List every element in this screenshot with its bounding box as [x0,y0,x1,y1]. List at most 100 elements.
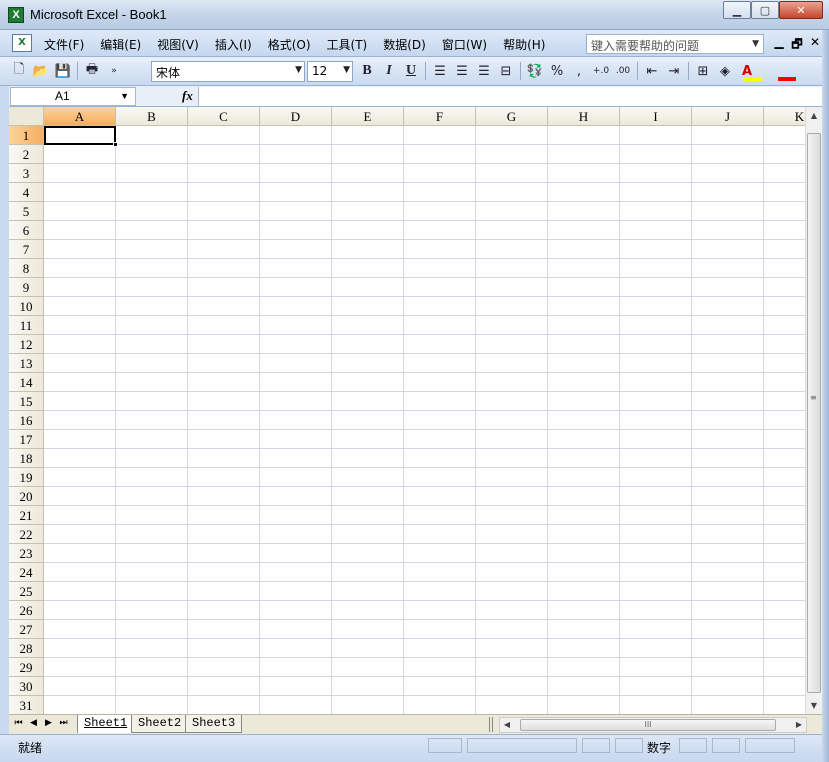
select-all-corner[interactable] [9,107,44,126]
maximize-button[interactable]: ▢ [751,1,779,19]
first-sheet-icon[interactable]: ⏮ [11,718,26,728]
menu-tools[interactable]: 工具(T) [319,36,376,53]
menu-view[interactable]: 视图(V) [149,36,207,53]
minimize-button[interactable]: ▁ [723,1,751,19]
save-icon[interactable]: 💾 [52,60,74,82]
scroll-right-icon[interactable]: ▶ [792,718,806,732]
comma-button[interactable]: , [568,60,590,82]
increase-decimal-button[interactable]: +.0 [590,60,612,82]
increase-indent-icon[interactable]: ⇥ [663,60,685,82]
decrease-indent-icon[interactable]: ⇤ [641,60,663,82]
sheet-tab-1[interactable]: Sheet1 [77,715,135,733]
formula-input[interactable] [198,87,829,106]
row-header[interactable]: 12 [9,335,44,354]
row-header[interactable]: 29 [9,658,44,677]
currency-icon[interactable]: 💱 [524,60,546,82]
column-header[interactable]: C [188,107,260,126]
font-name-select[interactable]: 宋体 ▼ [151,61,305,82]
row-header[interactable]: 18 [9,449,44,468]
spreadsheet-grid[interactable]: A B C D E F G H I J K 1 2 3 4 5 6 7 8 9 10 11 12 13 14 15 16 17 18 19… [9,107,805,714]
row-header[interactable]: 28 [9,639,44,658]
column-header[interactable]: H [548,107,620,126]
help-search-input[interactable]: 键入需要帮助的问题 ▼ [586,34,764,54]
align-right-icon[interactable]: ☰ [473,60,495,82]
row-header[interactable]: 26 [9,601,44,620]
scroll-left-icon[interactable]: ◀ [500,718,514,732]
row-header[interactable]: 31 [9,696,44,714]
row-header[interactable]: 8 [9,259,44,278]
column-header[interactable]: J [692,107,764,126]
row-header[interactable]: 10 [9,297,44,316]
row-header[interactable]: 27 [9,620,44,639]
next-sheet-icon[interactable]: ▶ [41,718,56,728]
decrease-decimal-button[interactable]: .00 [612,60,634,82]
vertical-scroll-thumb[interactable] [807,133,821,693]
workbook-restore-button[interactable]: 🗗 [788,35,806,56]
menu-data[interactable]: 数据(D) [375,36,434,53]
column-header[interactable]: B [116,107,188,126]
menu-window[interactable]: 窗口(W) [434,36,495,53]
row-header[interactable]: 4 [9,183,44,202]
column-header[interactable]: A [44,107,116,126]
row-header[interactable]: 22 [9,525,44,544]
sheet-tab-3[interactable]: Sheet3 [185,715,243,733]
row-header[interactable]: 23 [9,544,44,563]
new-document-icon[interactable]: 🗋 [8,60,30,82]
row-header[interactable]: 13 [9,354,44,373]
fill-color-icon[interactable]: ◈ [714,60,736,82]
chevron-down-icon[interactable]: ▼ [752,37,759,51]
row-header[interactable]: 21 [9,506,44,525]
active-cell[interactable] [44,126,116,145]
horizontal-scrollbar[interactable]: ◀ III ▶ [499,717,807,733]
merge-center-icon[interactable]: ⊟ [495,60,517,82]
row-header[interactable]: 1 [9,126,44,145]
menu-file[interactable]: 文件(F) [36,36,92,53]
scroll-down-icon[interactable]: ▼ [806,697,822,714]
row-header[interactable]: 19 [9,468,44,487]
workbook-icon[interactable]: X [12,34,32,52]
workbook-minimize-button[interactable]: ▁ [770,35,788,56]
column-header[interactable]: I [620,107,692,126]
close-button[interactable]: ✕ [779,1,823,19]
row-header[interactable]: 3 [9,164,44,183]
row-header[interactable]: 16 [9,411,44,430]
last-sheet-icon[interactable]: ⏭ [56,718,71,728]
menu-edit[interactable]: 编辑(E) [92,36,149,53]
row-header[interactable]: 9 [9,278,44,297]
percent-button[interactable]: % [546,60,568,82]
align-center-icon[interactable]: ☰ [451,60,473,82]
column-header[interactable]: D [260,107,332,126]
row-header[interactable]: 30 [9,677,44,696]
row-header[interactable]: 25 [9,582,44,601]
name-box[interactable]: A1 ▼ [10,87,136,106]
print-icon[interactable]: 🖶 [81,60,103,82]
column-header[interactable]: E [332,107,404,126]
open-folder-icon[interactable]: 📂 [30,60,52,82]
underline-button[interactable]: U [400,60,422,82]
row-header[interactable]: 5 [9,202,44,221]
row-header[interactable]: 20 [9,487,44,506]
horizontal-scroll-thumb[interactable]: III [520,719,776,731]
font-size-select[interactable]: 12 ▼ [307,61,353,82]
align-left-icon[interactable]: ☰ [429,60,451,82]
row-header[interactable]: 6 [9,221,44,240]
column-header[interactable]: K [764,107,805,126]
chevron-down-icon[interactable]: ▼ [120,91,129,101]
fill-handle[interactable] [113,142,118,147]
chevron-down-icon[interactable]: ▼ [343,65,350,75]
column-header[interactable]: F [404,107,476,126]
row-header[interactable]: 17 [9,430,44,449]
cell-area[interactable] [44,126,805,714]
menu-help[interactable]: 帮助(H) [495,36,553,53]
sheet-tab-2[interactable]: Sheet2 [131,715,189,733]
row-header[interactable]: 24 [9,563,44,582]
row-header[interactable]: 7 [9,240,44,259]
row-header[interactable]: 2 [9,145,44,164]
row-header[interactable]: 14 [9,373,44,392]
menu-insert[interactable]: 插入(I) [207,36,260,53]
excel-icon[interactable]: X [8,7,24,23]
tab-split-handle[interactable] [489,717,493,732]
menu-format[interactable]: 格式(O) [260,36,319,53]
borders-icon[interactable]: ⊞ [692,60,714,82]
scroll-up-icon[interactable]: ▲ [806,107,822,124]
